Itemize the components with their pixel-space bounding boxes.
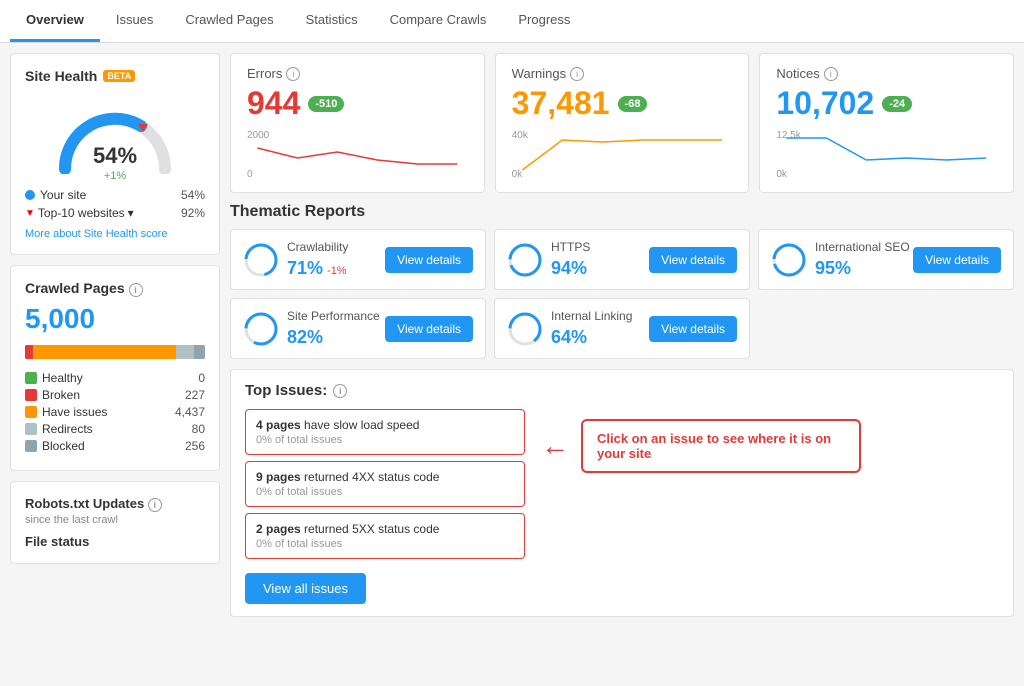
file-status: File status [25, 534, 205, 549]
top10-arrow-icon: ▼ [25, 208, 35, 219]
issue-text-2: 2 pages returned 5XX status code [256, 522, 514, 536]
site-perf-circle [243, 311, 279, 347]
beta-badge: BETA [103, 70, 135, 82]
internal-linking-view-btn[interactable]: View details [649, 316, 737, 342]
notices-value: 10,702 -24 [776, 85, 997, 122]
issue-sub-2: 0% of total issues [256, 538, 514, 550]
https-circle [507, 242, 543, 278]
warnings-info-icon[interactable]: i [570, 67, 584, 81]
notices-info-icon[interactable]: i [824, 67, 838, 81]
legend-have-issues: Have issues 4,437 [25, 405, 205, 419]
robots-card: Robots.txt Updates i since the last craw… [10, 481, 220, 564]
thematic-crawlability: Crawlability 71% -1% View details [230, 229, 486, 290]
thematic-international-seo: International SEO 95% View details [758, 229, 1014, 290]
site-health-legend: Your site 54% ▼ Top-10 websites ▾ 92% [25, 188, 205, 220]
bar-blocked [194, 345, 205, 359]
legend-top10: ▼ Top-10 websites ▾ 92% [25, 206, 205, 220]
issues-and-arrow: 4 pages have slow load speed 0% of total… [245, 409, 999, 604]
crawlability-circle [243, 242, 279, 278]
crawled-pages-card: Crawled Pages i 5,000 Healthy 0 Broken 2… [10, 265, 220, 471]
site-health-title: Site Health BETA [25, 68, 205, 84]
gauge-change: +1% [104, 170, 126, 182]
crawled-count: 5,000 [25, 303, 205, 335]
errors-card: Errors i 944 -510 2000 0 [230, 53, 485, 193]
crawled-pages-title: Crawled Pages i [25, 280, 205, 297]
bar-broken [25, 345, 33, 359]
bar-redirects [176, 345, 194, 359]
thematic-site-performance: Site Performance 82% View details [230, 298, 486, 359]
crawlability-view-btn[interactable]: View details [385, 247, 473, 273]
legend-your-site: Your site 54% [25, 188, 205, 202]
tab-crawled-pages[interactable]: Crawled Pages [169, 0, 289, 42]
thematic-https: HTTPS 94% View details [494, 229, 750, 290]
notices-label: Notices i [776, 66, 997, 81]
main-layout: Site Health BETA 54% +1% [0, 43, 1024, 683]
tab-progress[interactable]: Progress [502, 0, 586, 42]
errors-badge: -510 [308, 96, 344, 112]
issue-item-0[interactable]: 4 pages have slow load speed 0% of total… [245, 409, 525, 455]
issue-item-1[interactable]: 9 pages returned 4XX status code 0% of t… [245, 461, 525, 507]
legend-redirects: Redirects 80 [25, 422, 205, 436]
errors-info-icon[interactable]: i [286, 67, 300, 81]
arrow-callout: ← Click on an issue to see where it is o… [541, 419, 861, 473]
legend-healthy: Healthy 0 [25, 371, 205, 385]
issues-list: 4 pages have slow load speed 0% of total… [245, 409, 525, 604]
warnings-card: Warnings i 37,481 -68 40k 0k [495, 53, 750, 193]
https-view-btn[interactable]: View details [649, 247, 737, 273]
gauge-container: 54% +1% [50, 94, 180, 174]
thematic-reports-section: Thematic Reports Crawlability 71% [230, 203, 1014, 359]
content-area: Errors i 944 -510 2000 0 Warn [220, 53, 1014, 673]
legend-blocked: Blocked 256 [25, 439, 205, 453]
robots-info-icon[interactable]: i [148, 498, 162, 512]
issue-text-1: 9 pages returned 4XX status code [256, 470, 514, 484]
site-perf-view-btn[interactable]: View details [385, 316, 473, 342]
internal-linking-circle [507, 311, 543, 347]
tab-overview[interactable]: Overview [10, 0, 100, 42]
warnings-label: Warnings i [512, 66, 733, 81]
issue-text-0: 4 pages have slow load speed [256, 418, 514, 432]
stats-row: Errors i 944 -510 2000 0 Warn [230, 53, 1014, 193]
legend-broken: Broken 227 [25, 388, 205, 402]
red-arrow-icon: ← [541, 430, 569, 462]
errors-value: 944 -510 [247, 85, 468, 122]
tab-statistics[interactable]: Statistics [290, 0, 374, 42]
errors-label: Errors i [247, 66, 468, 81]
notices-badge: -24 [882, 96, 912, 112]
robots-sub: since the last crawl [25, 514, 205, 526]
your-site-dot [25, 190, 35, 200]
issue-item-2[interactable]: 2 pages returned 5XX status code 0% of t… [245, 513, 525, 559]
thematic-internal-linking: Internal Linking 64% View details [494, 298, 750, 359]
view-all-issues-btn[interactable]: View all issues [245, 573, 366, 604]
intl-seo-circle [771, 242, 807, 278]
notices-chart: 12.5k 0k [776, 130, 997, 180]
crawled-legend: Healthy 0 Broken 227 Have issues 4,437 R… [25, 371, 205, 453]
errors-chart: 2000 0 [247, 130, 468, 180]
more-about-site-health[interactable]: More about Site Health score [25, 228, 205, 240]
warnings-badge: -68 [618, 96, 648, 112]
gauge-percent: 54% [93, 143, 137, 169]
top-issues-header: Top Issues: i [245, 382, 999, 399]
tab-compare-crawls[interactable]: Compare Crawls [374, 0, 503, 42]
crawled-bar [25, 345, 205, 359]
notices-card: Notices i 10,702 -24 12.5k 0k [759, 53, 1014, 193]
callout-box: Click on an issue to see where it is on … [581, 419, 861, 473]
thematic-grid: Crawlability 71% -1% View details [230, 229, 1014, 359]
intl-seo-view-btn[interactable]: View details [913, 247, 1001, 273]
bar-issues [33, 345, 175, 359]
warnings-chart: 40k 0k [512, 130, 733, 180]
robots-title: Robots.txt Updates i [25, 496, 205, 512]
sidebar: Site Health BETA 54% +1% [10, 53, 220, 673]
site-health-card: Site Health BETA 54% +1% [10, 53, 220, 255]
warnings-value: 37,481 -68 [512, 85, 733, 122]
top10-dropdown-icon[interactable]: ▾ [128, 206, 134, 220]
crawled-info-icon[interactable]: i [129, 283, 143, 297]
top-issues-section: Top Issues: i 4 pages have slow load spe… [230, 369, 1014, 617]
issue-sub-1: 0% of total issues [256, 486, 514, 498]
tab-bar: Overview Issues Crawled Pages Statistics… [0, 0, 1024, 43]
tab-issues[interactable]: Issues [100, 0, 170, 42]
issue-sub-0: 0% of total issues [256, 434, 514, 446]
thematic-title: Thematic Reports [230, 203, 1014, 221]
top-issues-info-icon[interactable]: i [333, 384, 347, 398]
